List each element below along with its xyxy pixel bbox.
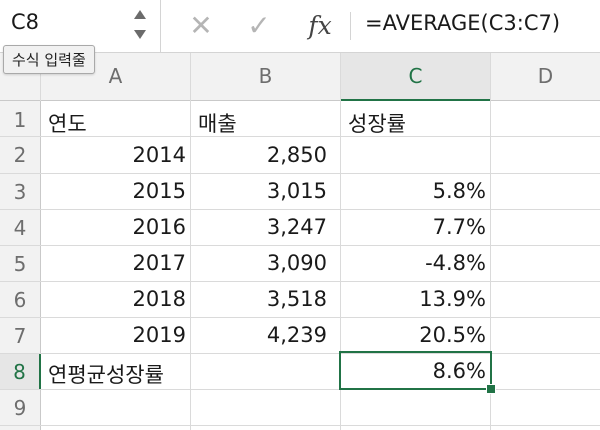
cell-a1[interactable]: 연도 bbox=[48, 108, 87, 138]
cell-a2[interactable]: 2014 bbox=[41, 143, 186, 167]
fill-handle[interactable] bbox=[486, 384, 496, 394]
cell-b5[interactable]: 3,090 bbox=[191, 251, 327, 275]
column-header-d[interactable]: D bbox=[491, 53, 600, 101]
grid-line bbox=[190, 53, 191, 430]
grid-line bbox=[0, 389, 600, 390]
chevron-down-icon[interactable] bbox=[134, 30, 146, 39]
row-header-8[interactable]: 8 bbox=[0, 354, 41, 389]
cell-c5[interactable]: -4.8% bbox=[341, 251, 486, 275]
row-header-4[interactable]: 4 bbox=[0, 210, 41, 245]
row-header-5[interactable]: 5 bbox=[0, 246, 41, 281]
row-header-10[interactable] bbox=[0, 426, 41, 430]
cancel-icon[interactable]: ✕ bbox=[184, 8, 218, 44]
row-header-3[interactable]: 3 bbox=[0, 174, 41, 209]
row-header-9[interactable]: 9 bbox=[0, 390, 41, 425]
grid-line bbox=[0, 245, 600, 246]
cell-b7[interactable]: 4,239 bbox=[191, 323, 327, 347]
grid-line bbox=[0, 173, 600, 174]
column-header-b[interactable]: B bbox=[191, 53, 340, 101]
grid-line bbox=[0, 317, 600, 318]
formula-input[interactable]: =AVERAGE(C3:C7) bbox=[365, 11, 560, 35]
cell-c1[interactable]: 성장률 bbox=[348, 108, 406, 138]
cell-a4[interactable]: 2016 bbox=[41, 215, 186, 239]
formula-bar-tooltip: 수식 입력줄 bbox=[3, 45, 95, 74]
cell-c3[interactable]: 5.8% bbox=[341, 179, 486, 203]
enter-icon[interactable]: ✓ bbox=[242, 8, 276, 44]
grid-line bbox=[0, 209, 600, 210]
cell-b4[interactable]: 3,247 bbox=[191, 215, 327, 239]
row-header-2[interactable]: 2 bbox=[0, 137, 41, 173]
name-box-dropdown[interactable] bbox=[134, 8, 148, 42]
name-box-value[interactable]: C8 bbox=[11, 10, 39, 34]
row-header-6[interactable]: 6 bbox=[0, 282, 41, 317]
cell-a8[interactable]: 연평균성장률 bbox=[48, 359, 164, 389]
grid-line bbox=[0, 425, 600, 426]
row-header-7[interactable]: 7 bbox=[0, 318, 41, 353]
cell-a7[interactable]: 2019 bbox=[41, 323, 186, 347]
cell-b2[interactable]: 2,850 bbox=[191, 143, 327, 167]
cell-a6[interactable]: 2018 bbox=[41, 287, 186, 311]
row-header-1[interactable]: 1 bbox=[0, 101, 41, 136]
cell-c6[interactable]: 13.9% bbox=[341, 287, 486, 311]
formula-bar-divider bbox=[350, 12, 351, 40]
active-cell-selection[interactable] bbox=[339, 351, 492, 390]
cell-c7[interactable]: 20.5% bbox=[341, 323, 486, 347]
cell-a3[interactable]: 2015 bbox=[41, 179, 186, 203]
grid-line bbox=[0, 136, 600, 137]
insert-function-icon[interactable]: fx bbox=[300, 8, 340, 44]
grid-line bbox=[0, 281, 600, 282]
cell-b1[interactable]: 매출 bbox=[198, 108, 237, 138]
cell-a5[interactable]: 2017 bbox=[41, 251, 186, 275]
grid-line bbox=[0, 353, 600, 354]
cell-b6[interactable]: 3,518 bbox=[191, 287, 327, 311]
column-header-c[interactable]: C bbox=[341, 53, 490, 101]
cell-c4[interactable]: 7.7% bbox=[341, 215, 486, 239]
cell-b3[interactable]: 3,015 bbox=[191, 179, 327, 203]
chevron-up-icon[interactable] bbox=[134, 10, 146, 19]
